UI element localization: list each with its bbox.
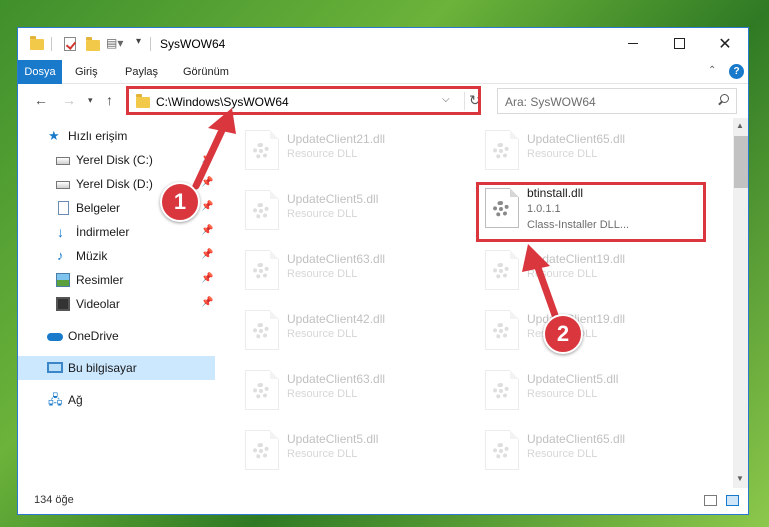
arrow-1-head — [208, 108, 236, 134]
annotation-arrows — [192, 108, 560, 322]
arrow-2-head — [522, 244, 550, 272]
arrow-2-line — [532, 258, 560, 322]
arrow-1-line — [192, 122, 228, 190]
step-2-badge: 2 — [543, 314, 583, 354]
step-1-badge: 1 — [160, 182, 200, 222]
